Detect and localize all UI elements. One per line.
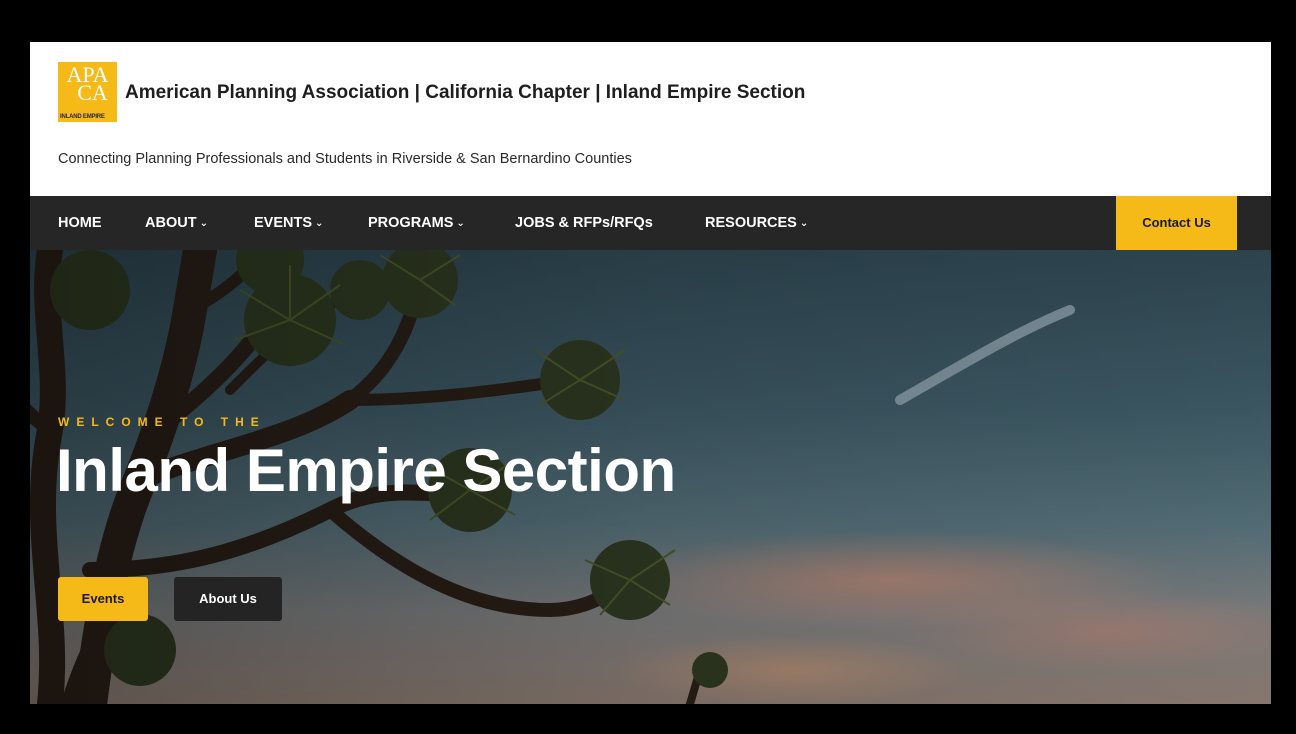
hero-title: Inland Empire Section — [56, 437, 676, 504]
nav-item-about[interactable]: ABOUT ⌄ — [145, 196, 208, 250]
nav-item-label: RESOURCES — [705, 215, 797, 231]
logo-text-ca: CA — [77, 80, 108, 105]
logo-text-inland-empire: INLAND EMPIRE — [60, 114, 105, 120]
nav-item-resources[interactable]: RESOURCES ⌄ — [705, 196, 808, 250]
apa-logo[interactable]: APA CA INLAND EMPIRE — [58, 62, 117, 122]
nav-item-programs[interactable]: PROGRAMS ⌄ — [368, 196, 465, 250]
nav-item-label: EVENTS — [254, 215, 313, 231]
events-button[interactable]: Events — [58, 577, 148, 621]
contact-us-button[interactable]: Contact Us — [1116, 196, 1237, 250]
nav-item-events[interactable]: EVENTS ⌄ — [254, 196, 323, 250]
hero-banner: WELCOME TO THE Inland Empire Section Eve… — [30, 250, 1271, 704]
hero-eyebrow: WELCOME TO THE — [58, 415, 266, 429]
main-nav: HOME ABOUT ⌄ EVENTS ⌄ PROGRAMS ⌄ JOBS & RFP… — [30, 196, 1271, 250]
nav-item-label: HOME — [58, 215, 102, 231]
chevron-down-icon: ⌄ — [456, 218, 465, 229]
nav-item-label: JOBS & RFPs/RFQs — [515, 215, 653, 231]
about-us-button[interactable]: About Us — [174, 577, 282, 621]
nav-item-label: PROGRAMS — [368, 215, 454, 231]
nav-item-home[interactable]: HOME — [58, 196, 102, 250]
nav-item-jobs[interactable]: JOBS & RFPs/RFQs — [515, 196, 653, 250]
chevron-down-icon: ⌄ — [799, 218, 809, 229]
website-viewport: APA CA INLAND EMPIRE American Planning A… — [30, 42, 1271, 704]
chevron-down-icon: ⌄ — [315, 218, 324, 229]
site-title[interactable]: American Planning Association | Californ… — [125, 82, 805, 104]
site-tagline: Connecting Planning Professionals and St… — [58, 151, 632, 167]
chevron-down-icon: ⌄ — [199, 218, 208, 229]
site-header: APA CA INLAND EMPIRE American Planning A… — [30, 42, 1271, 196]
nav-item-label: ABOUT — [145, 215, 197, 231]
